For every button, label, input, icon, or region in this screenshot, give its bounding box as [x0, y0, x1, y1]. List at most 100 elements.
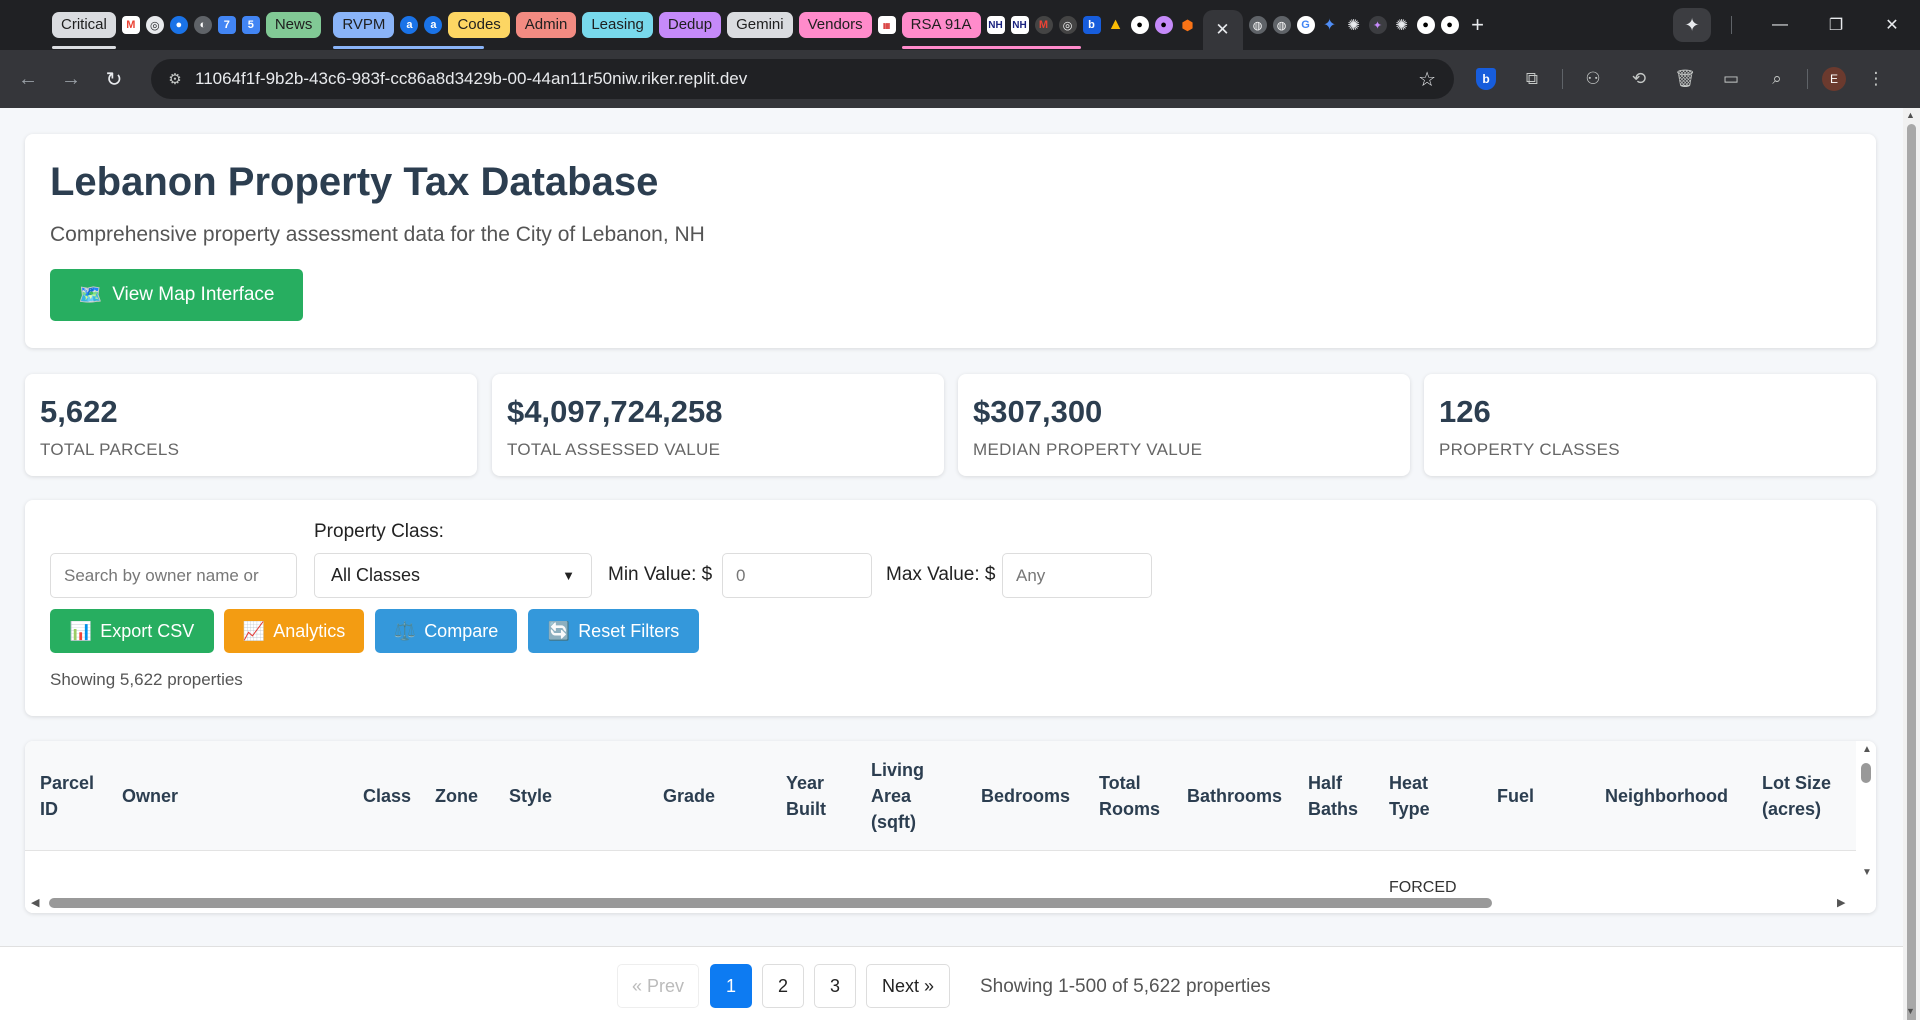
column-header-heat-type[interactable]: Heat Type	[1389, 741, 1449, 851]
bitwarden-icon[interactable]: b	[1082, 16, 1101, 34]
nh-icon[interactable]: NH	[1010, 16, 1029, 34]
page-button-2[interactable]: 2	[762, 964, 804, 1008]
calendar-icon[interactable]: 7	[217, 16, 236, 34]
analytics-button[interactable]: 📈 Analytics	[224, 609, 364, 653]
column-header-zone[interactable]: Zone	[435, 741, 490, 851]
site-icon[interactable]: a	[400, 16, 419, 34]
site-icon[interactable]: ◎	[145, 16, 164, 34]
tab-group-codes[interactable]: Codes	[448, 12, 510, 38]
column-header-half-baths[interactable]: Half Baths	[1308, 741, 1363, 851]
property-class-select[interactable]: All Classes ▼	[314, 553, 592, 598]
column-header-fuel[interactable]: Fuel	[1497, 741, 1557, 851]
column-header-parcel-id[interactable]: Parcel ID	[40, 741, 100, 851]
nh-icon[interactable]: NH	[986, 16, 1005, 34]
trash-icon[interactable]: 🗑	[1669, 63, 1701, 95]
site-icon[interactable]: ●	[169, 16, 188, 34]
site-icon[interactable]: ⬢	[1179, 16, 1197, 34]
scroll-right-icon[interactable]: ▶	[1837, 896, 1845, 909]
view-map-button[interactable]: 🗺️ View Map Interface	[50, 269, 303, 321]
max-value-input[interactable]	[1002, 553, 1152, 598]
page-vertical-scrollbar[interactable]: ▲ ▼	[1903, 108, 1920, 1020]
scrollbar-thumb[interactable]	[49, 898, 1492, 908]
compare-button[interactable]: ⚖️ Compare	[375, 609, 517, 653]
column-header-year-built[interactable]: Year Built	[786, 741, 838, 851]
menu-icon[interactable]: ⋮	[1860, 63, 1892, 95]
reset-filters-button[interactable]: 🔄 Reset Filters	[528, 609, 699, 653]
bitwarden-icon[interactable]: b	[1470, 63, 1502, 95]
export-csv-button[interactable]: 📊 Export CSV	[50, 609, 214, 653]
url-text[interactable]: 11064f1f-9b2b-43c6-983f-cc86a8d3429b-00-…	[195, 69, 747, 89]
site-icon[interactable]: a	[424, 16, 443, 34]
incognito-icon[interactable]: ⚇	[1577, 63, 1609, 95]
close-tab-icon[interactable]: ✕	[1215, 20, 1229, 40]
column-header-bedrooms[interactable]: Bedrooms	[981, 741, 1076, 851]
github-icon[interactable]: ●	[1154, 16, 1173, 34]
forward-icon[interactable]: →	[56, 64, 86, 94]
gemini-icon[interactable]: ✦	[1673, 8, 1711, 42]
extensions-icon[interactable]: ⧉	[1516, 63, 1548, 95]
column-header-living-area[interactable]: Living Area (sqft)	[871, 741, 941, 851]
column-header-neighborhood[interactable]: Neighborhood	[1605, 741, 1735, 851]
table-vertical-scrollbar[interactable]: ▲ ▼	[1856, 741, 1876, 913]
tab-group-vendors[interactable]: Vendors	[798, 12, 872, 38]
scrollbar-thumb[interactable]	[1861, 763, 1871, 783]
scroll-down-icon[interactable]: ▼	[1862, 867, 1872, 878]
min-value-input[interactable]	[722, 553, 872, 598]
reload-icon[interactable]: ↻	[99, 64, 129, 94]
site-info-icon[interactable]: ⚙	[155, 70, 195, 88]
column-header-bathrooms[interactable]: Bathrooms	[1187, 741, 1287, 851]
gmail-icon[interactable]: M	[121, 16, 140, 34]
site-icon[interactable]: ◐	[193, 16, 212, 34]
site-icon[interactable]: ◎	[1058, 16, 1077, 34]
github-icon[interactable]: ●	[1440, 16, 1459, 34]
column-header-grade[interactable]: Grade	[663, 741, 733, 851]
table-horizontal-scrollbar[interactable]: ◀ ▶	[25, 893, 1856, 913]
column-header-class[interactable]: Class	[363, 741, 418, 851]
tab-group-rvpm[interactable]: RVPM	[333, 12, 485, 49]
site-icon[interactable]: G	[1296, 16, 1315, 34]
gemini-icon[interactable]: ✦	[1368, 16, 1387, 34]
next-page-button[interactable]: Next »	[866, 964, 950, 1008]
column-header-total-rooms[interactable]: Total Rooms	[1099, 741, 1161, 851]
history-icon[interactable]: ⟲	[1623, 63, 1655, 95]
close-window-icon[interactable]: ✕	[1864, 0, 1920, 50]
scroll-left-icon[interactable]: ◀	[31, 896, 39, 909]
address-bar[interactable]: ⚙ 11064f1f-9b2b-43c6-983f-cc86a8d3429b-0…	[151, 59, 1454, 99]
tab-group-news[interactable]: News	[265, 12, 322, 38]
scroll-up-icon[interactable]: ▲	[1862, 744, 1872, 755]
gemini-icon[interactable]: ✦	[1321, 16, 1339, 34]
site-icon[interactable]: ◍	[1248, 16, 1267, 34]
site-icon[interactable]: ◍	[1272, 16, 1291, 34]
scroll-down-icon[interactable]: ▼	[1906, 1006, 1915, 1016]
new-tab-icon[interactable]: +	[1465, 12, 1491, 38]
prev-page-button[interactable]: « Prev	[617, 964, 699, 1008]
site-icon[interactable]: M	[1034, 16, 1053, 34]
profile-avatar[interactable]: E	[1822, 67, 1846, 91]
minimize-icon[interactable]: —	[1752, 0, 1808, 50]
scroll-up-icon[interactable]: ▲	[1906, 110, 1915, 120]
restore-icon[interactable]: ❐	[1808, 0, 1864, 50]
column-header-style[interactable]: Style	[509, 741, 609, 851]
tab-group-gemini[interactable]: Gemini	[727, 12, 793, 38]
openai-icon[interactable]: ✺	[1393, 16, 1411, 34]
payment-card-icon[interactable]: ▭	[1715, 63, 1747, 95]
openai-icon[interactable]: ✺	[1345, 16, 1363, 34]
screen-search-icon[interactable]: ⌕	[1761, 63, 1793, 95]
page-button-1[interactable]: 1	[710, 964, 752, 1008]
tab-group-rsa-91a[interactable]: RSA 91A	[901, 12, 1081, 49]
scrollbar-thumb[interactable]	[1907, 124, 1916, 1020]
tab-group-dedup[interactable]: Dedup	[658, 12, 722, 38]
page-button-3[interactable]: 3	[814, 964, 856, 1008]
bookmark-star-icon[interactable]: ☆	[1418, 67, 1436, 92]
tab-group-admin[interactable]: Admin	[515, 12, 577, 38]
search-input[interactable]	[50, 553, 297, 598]
active-tab[interactable]: ✕	[1202, 10, 1243, 50]
tab-group-leasing[interactable]: Leasing	[582, 12, 653, 38]
drive-icon[interactable]: ▲	[1107, 16, 1125, 34]
back-icon[interactable]: ←	[13, 64, 43, 94]
column-header-owner[interactable]: Owner	[122, 741, 302, 851]
github-icon[interactable]: ●	[1416, 16, 1435, 34]
github-icon[interactable]: ●	[1130, 16, 1149, 34]
calendar-icon[interactable]: 5	[241, 16, 260, 34]
site-icon[interactable]: ▦	[877, 16, 896, 34]
